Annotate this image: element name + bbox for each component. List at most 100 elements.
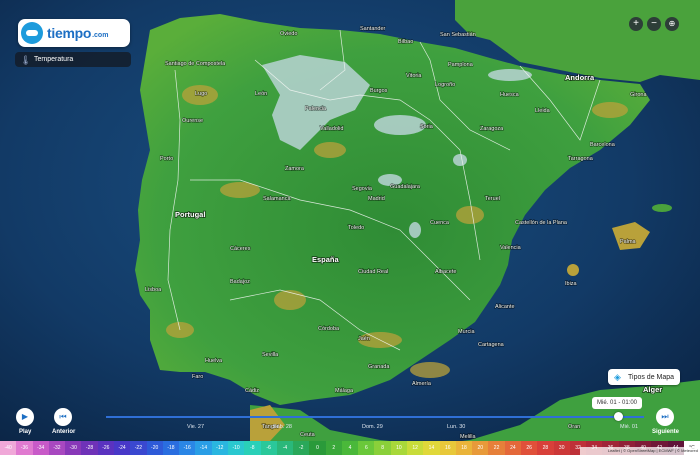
play-button[interactable]: ▶ [16,408,34,426]
tiempo-logo[interactable]: tiempo .com [18,19,130,47]
scale-step: 20 [472,441,489,455]
next-label: Siguiente [652,429,680,435]
scale-step: -2 [293,441,310,455]
scale-step: 6 [358,441,375,455]
scale-step: 24 [504,441,521,455]
city-label[interactable]: Ibiza [564,280,578,287]
city-label[interactable]: Huelva [204,357,223,364]
city-label[interactable]: Badajoz [229,278,250,285]
city-label[interactable]: Tarragona [567,155,594,162]
city-label[interactable]: Castellón de la Plana [514,219,568,226]
current-time-bubble: Mié. 01 - 01:00 [592,397,642,409]
city-label[interactable]: Jaén [357,335,370,342]
scale-step: 0 [309,441,326,455]
scale-step: -20 [146,441,163,455]
city-label[interactable]: Faro [191,373,204,380]
city-label[interactable]: Palma [619,238,637,245]
map-attribution[interactable]: Leaflet | © OpenStreetMap | ECMWF | © Me… [580,447,700,455]
city-label[interactable]: Logroño [434,81,455,88]
scale-step: 10 [390,441,408,455]
city-label[interactable]: Teruel [484,195,500,202]
city-label[interactable]: Toledo [347,224,364,231]
city-label[interactable]: Cáceres [229,245,251,252]
scale-step: -24 [113,441,131,455]
city-label[interactable]: Lleida [534,107,551,114]
city-label[interactable]: Santiago de Compostela [164,60,226,67]
weather-map[interactable]: Portugal España Andorra Alger Santander … [0,0,700,455]
previous-button[interactable]: ⏮ [54,408,72,426]
map-types-button[interactable]: ◈ Tipos de Mapa [608,369,680,385]
city-label[interactable]: Segovia [351,185,373,192]
city-label[interactable]: Burgos [369,87,388,94]
city-label[interactable]: Ciudad Real [357,268,388,275]
scale-step: -36 [16,441,33,455]
city-label[interactable]: Oviedo [279,30,298,37]
city-label[interactable]: Ourense [181,117,203,124]
previous-label: Anterior [52,429,76,435]
city-label[interactable]: Oran [567,423,580,430]
layers-icon: ◈ [614,371,621,382]
scale-step: -14 [195,441,212,455]
city-label[interactable]: Pamplona [447,61,474,68]
scale-step: 8 [374,441,391,455]
scale-step: -34 [32,441,49,455]
timeline-day: Sáb. 28 [273,424,292,430]
timeline-track[interactable] [106,416,644,418]
timeline-knob[interactable] [614,412,623,421]
zoom-out-button[interactable]: − [647,17,661,31]
city-label[interactable]: Granada [367,363,391,370]
scale-step: -28 [81,441,98,455]
country-label-alger: Alger [643,385,662,394]
city-label[interactable]: Sevilla [261,351,279,358]
city-label[interactable]: Soria [419,123,434,130]
next-button[interactable]: ⏭ [656,408,674,426]
play-label: Play [19,429,32,435]
globe-icon[interactable]: ⊕ [665,17,679,31]
city-label[interactable]: Girona [629,91,648,98]
zoom-in-button[interactable]: + [629,17,643,31]
scale-step: -40 [0,441,17,455]
city-label[interactable]: Málaga [334,387,354,394]
menorca-island [652,204,672,212]
city-label[interactable]: Cartagena [477,341,505,348]
scale-step: -4 [276,441,294,455]
city-label[interactable]: Porto [159,155,173,162]
city-label[interactable]: San Sebastián [439,31,476,38]
city-label[interactable]: Valencia [499,244,522,251]
city-label[interactable]: Lugo [194,90,207,97]
city-label[interactable]: Albacete [434,268,457,275]
city-label[interactable]: Cuenca [429,219,450,226]
city-label[interactable]: Zamora [284,165,305,172]
scale-step: -8 [244,441,261,455]
scale-step: -12 [211,441,228,455]
city-label[interactable]: Huesca [499,91,520,98]
city-label[interactable]: Zaragoza [479,125,504,132]
city-label[interactable]: Melilla [459,433,477,440]
scale-step: -18 [162,441,180,455]
logo-domain: .com [92,31,109,39]
city-label[interactable]: Córdoba [317,325,340,332]
city-label[interactable]: Cádiz [244,387,260,394]
city-label[interactable]: Valladolid [319,125,344,132]
city-label[interactable]: Almería [411,380,432,387]
city-label[interactable]: Murcia [457,328,476,335]
city-label[interactable]: Bilbao [397,38,413,45]
city-label[interactable]: Salamanca [262,195,292,202]
scale-step: -22 [130,441,147,455]
scale-step: -16 [179,441,196,455]
city-label[interactable]: Ceuta [299,431,316,438]
city-label[interactable]: Madrid [367,195,385,202]
city-label[interactable]: León [254,90,267,97]
scale-step: 2 [325,441,342,455]
city-label[interactable]: Santander [359,25,386,32]
city-label[interactable]: Guadalajara [389,183,421,190]
city-label[interactable]: Alicante [494,303,515,310]
layer-selector[interactable]: 🌡 Temperatura [15,52,131,67]
city-label[interactable]: Vitoria [405,72,423,79]
city-label[interactable]: Barcelona [589,141,616,148]
timeline-day: Vie. 27 [187,424,205,430]
scale-step: 26 [521,441,538,455]
cloud-icon [21,22,43,44]
city-label[interactable]: Lisboa [144,286,162,293]
city-label[interactable]: Palencia [304,105,327,112]
